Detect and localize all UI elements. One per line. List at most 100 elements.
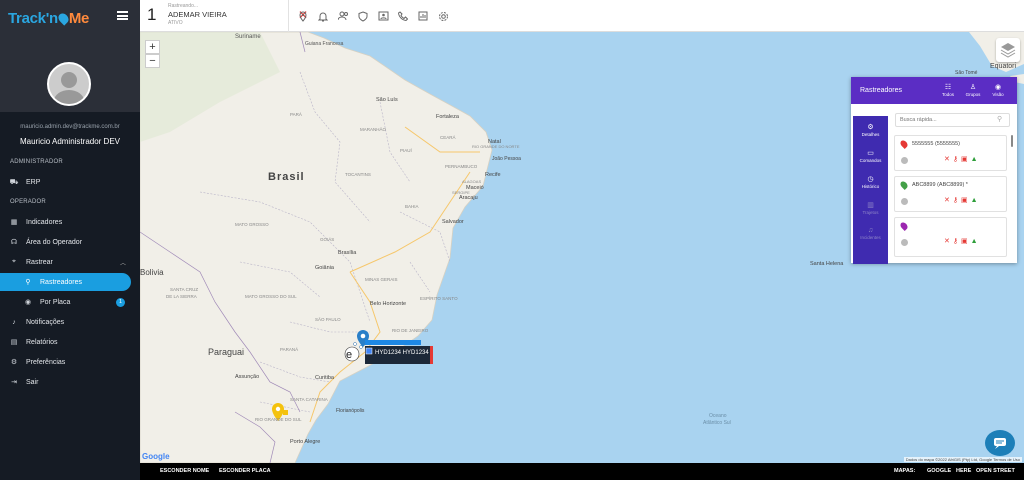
block-icon[interactable]: ✕	[944, 197, 950, 205]
block-icon[interactable]: ✕	[944, 156, 950, 164]
phone-icon[interactable]	[397, 10, 409, 22]
view-button[interactable]: ◉ Visão	[989, 83, 1007, 97]
vehicle-plate-tag[interactable]: HYD1234 HYD1234	[375, 350, 429, 356]
map-attribution[interactable]: Dados do mapa ©2022 AfriGIS (Pty) Ltd, G…	[903, 457, 1022, 462]
nav-sair[interactable]: ⇥ Sair	[0, 373, 140, 391]
panel-scrollbar[interactable]	[1011, 135, 1013, 147]
block-icon[interactable]: ✕	[944, 238, 950, 246]
car-icon: ⛟	[9, 178, 19, 186]
map-label-pernambuco: PERNAMBUCO	[445, 164, 478, 169]
map-label-alagoas: ALAGOAS	[462, 179, 482, 184]
map-label-recife: Recife	[485, 172, 501, 178]
divider	[288, 0, 289, 32]
map-label-sao-tome: São Tomé	[955, 70, 978, 76]
lock-icon[interactable]: ▲	[971, 238, 978, 246]
map-label-mato-grosso: MATO GROSSO	[235, 222, 269, 227]
menu-toggle-icon[interactable]	[117, 11, 128, 20]
status-dot	[901, 239, 908, 246]
battery-icon[interactable]: ▣	[961, 238, 968, 246]
hide-plate-button[interactable]: ESCONDER PLACA	[219, 468, 271, 474]
incidents-tab[interactable]: ♫ Incidentes	[853, 227, 888, 240]
map-label-suriname: Suriname	[235, 34, 261, 40]
clock-icon: ◷	[867, 176, 874, 183]
chat-button[interactable]	[985, 430, 1015, 456]
gear-icon[interactable]	[437, 10, 449, 22]
key-icon[interactable]: ⚷	[953, 197, 958, 205]
nav-rastreadores[interactable]: ⚲ Rastreadores	[0, 273, 131, 291]
logout-icon: ⇥	[11, 379, 17, 386]
por-placa-badge: 1	[116, 297, 125, 307]
map-label-assuncao: Assunção	[235, 374, 260, 380]
tracker-actions: ✕ ⚷ ▣ ▲	[944, 238, 978, 246]
map-label-goiania: Goiânia	[315, 265, 334, 271]
map-label-parana: PARANÁ	[280, 347, 299, 352]
avatar[interactable]	[47, 62, 91, 106]
filter-all-button[interactable]: ☷ Todos	[939, 83, 957, 97]
groups-button[interactable]: ♙ Grupos	[964, 83, 982, 97]
brand-logo[interactable]: Track'n Me	[8, 10, 89, 27]
location-pin-icon	[899, 180, 909, 190]
id-card-icon[interactable]	[377, 10, 389, 22]
map-label-atlantico-sul: Atlântico Sul	[703, 420, 731, 426]
map-label-aracaju: Aracaju	[459, 195, 478, 201]
nav-area-operador[interactable]: ☊ Área do Operador	[0, 233, 140, 251]
nav-relatorios[interactable]: ▤ Relatórios	[0, 333, 140, 351]
key-icon[interactable]: ⚷	[953, 238, 958, 246]
crosshair-icon: ⌖	[12, 258, 16, 265]
map-label-curitiba: Curitiba	[315, 375, 334, 381]
nav-notificacoes[interactable]: ♪ Notificações	[0, 313, 140, 331]
eye-icon: ◉	[994, 84, 1002, 91]
tracker-actions: ✕ ⚷ ▣ ▲	[944, 197, 978, 205]
nav-indicadores[interactable]: ▦ Indicadores	[0, 213, 140, 231]
report-icon: ▤	[10, 339, 18, 346]
map-label-bolivia: Bolivia	[140, 268, 164, 277]
map-label-florianopolis: Florianópolis	[336, 408, 365, 414]
map-label-maranhao: MARANHÃO	[360, 127, 387, 132]
status-dot	[901, 198, 908, 205]
commands-tab[interactable]: ▭ Comandos	[853, 149, 888, 163]
trackers-panel-header: Rastreadores ☷ Todos ♙ Grupos ◉ Visão	[851, 77, 1017, 104]
dashboard-icon: ▦	[10, 219, 18, 226]
svg-text:e: e	[346, 349, 352, 361]
tracker-card[interactable]: ABC8899 (ABC8899) * ✕ ⚷ ▣ ▲	[894, 176, 1007, 212]
nav-por-placa[interactable]: ◉ Por Placa 1	[0, 293, 140, 311]
lock-icon[interactable]: ▲	[971, 156, 978, 164]
users-icon[interactable]	[337, 10, 349, 22]
details-tab[interactable]: ⚙ Detalhes	[853, 123, 888, 137]
user-icon: ♙	[969, 84, 977, 91]
status-dot	[901, 157, 908, 164]
nav-erp[interactable]: ⛟ ERP	[0, 173, 140, 191]
quick-search-input[interactable]	[895, 113, 1010, 127]
key-icon[interactable]: ⚷	[953, 156, 958, 164]
zoom-out-button[interactable]: −	[145, 54, 160, 68]
shield-icon[interactable]	[357, 10, 369, 22]
map-label-espirito-santo: ESPÍRITO SANTO	[420, 296, 458, 301]
zoom-in-button[interactable]: +	[145, 40, 160, 54]
history-tab[interactable]: ◷ Histórico	[853, 175, 888, 189]
map-label-mato-grosso-do-sul: MATO GROSSO DO SUL	[245, 294, 297, 299]
tracker-card[interactable]: ✕ ⚷ ▣ ▲	[894, 217, 1007, 257]
routes-tab[interactable]: ▥ Trajetos	[853, 201, 888, 215]
tracker-card[interactable]: 5555555 (5555555) ✕ ⚷ ▣ ▲	[894, 135, 1007, 171]
user-name: Mauricio Administrador DEV	[19, 137, 121, 146]
nav-preferencias[interactable]: ⚙ Preferências	[0, 353, 140, 371]
lock-icon[interactable]: ▲	[971, 197, 978, 205]
battery-icon[interactable]: ▣	[961, 197, 968, 205]
toolbar-icons	[297, 10, 449, 22]
map-label-brasilia: Brasília	[338, 250, 357, 256]
nav-rastrear[interactable]: ⌖ Rastrear ︿	[0, 253, 140, 271]
map-label-santa-cruz: DE LA SIERRA	[166, 294, 197, 299]
monitor-icon: ▭	[867, 150, 874, 157]
map-layers-button[interactable]	[996, 38, 1020, 62]
bell-icon[interactable]	[317, 10, 329, 22]
top-bar: 1 Rastreando... ADEMAR VIEIRA ATIVO ✕	[140, 0, 1024, 32]
battery-icon[interactable]: ▣	[961, 156, 968, 164]
map-label-equatorial: Equatori	[990, 63, 1017, 70]
map-provider-google[interactable]: GOOGLE	[927, 468, 951, 474]
map-provider-here[interactable]: HERE	[956, 468, 971, 474]
map-provider-openstreet[interactable]: OPEN STREET	[976, 468, 1015, 474]
chart-icon[interactable]	[417, 10, 429, 22]
hide-name-button[interactable]: ESCONDER NOME	[160, 468, 209, 474]
map-icon: ▥	[867, 202, 874, 209]
location-pin-icon[interactable]	[297, 10, 309, 22]
